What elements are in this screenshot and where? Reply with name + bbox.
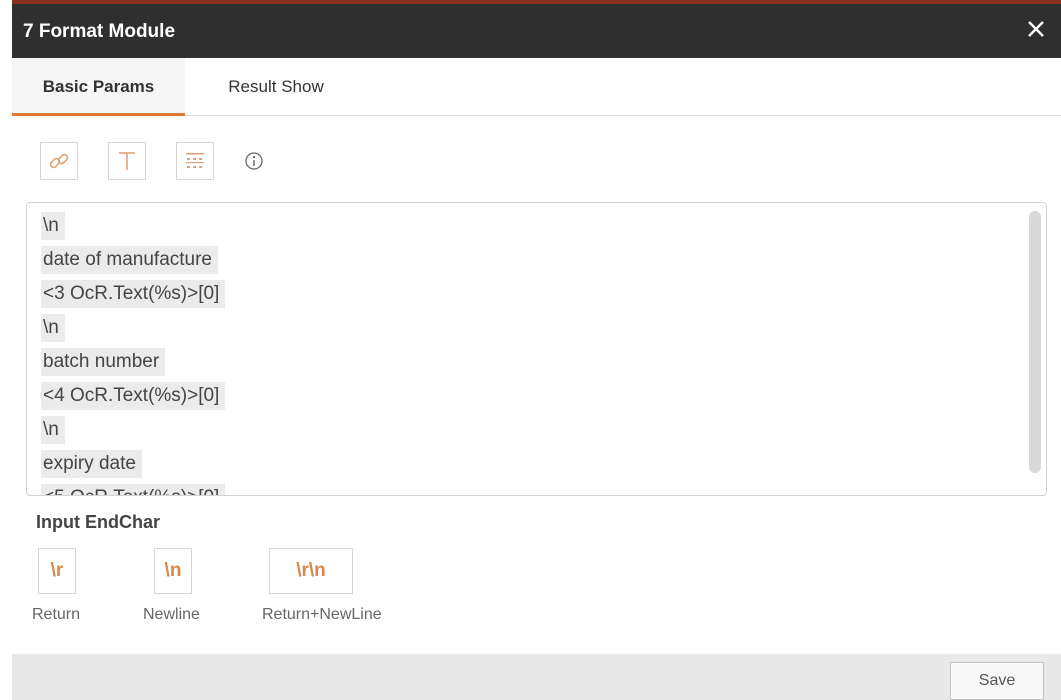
editor-line: <4 OcR.Text(%s)>[0] <box>41 380 226 414</box>
editor-line: <3 OcR.Text(%s)>[0] <box>41 278 226 312</box>
editor-line: \n <box>41 210 225 244</box>
editor-line: batch number <box>41 346 225 380</box>
editor-line: <5 OcR.Text(%s)>[0] <box>41 482 226 495</box>
return-newline-label: Return+NewLine <box>262 606 382 623</box>
close-icon[interactable] <box>1023 16 1049 42</box>
editor-line: date of manufacture <box>41 244 225 278</box>
editor-token[interactable]: \n <box>41 212 65 240</box>
title-bar: 7 Format Module <box>12 0 1061 58</box>
dialog-footer: Save <box>12 654 1061 700</box>
editor-token[interactable]: expiry date <box>41 450 142 478</box>
editor-scrollbar[interactable] <box>1029 211 1041 473</box>
editor-token[interactable]: \n <box>41 416 65 444</box>
newline-endchar-button[interactable]: \n <box>154 548 192 594</box>
editor-line: expiry date <box>41 448 225 482</box>
tab-basic-params[interactable]: Basic Params <box>12 58 185 116</box>
link-icon[interactable] <box>40 142 78 180</box>
editor-line: \n <box>41 312 225 346</box>
editor-line: \n <box>41 414 225 448</box>
editor-token[interactable]: \n <box>41 314 65 342</box>
endchar-heading: Input EndChar <box>36 512 160 532</box>
return-newline-endchar-button[interactable]: \r\n <box>269 548 353 594</box>
window-title: 7 Format Module <box>23 21 176 42</box>
return-label: Return <box>32 606 81 623</box>
editor-token[interactable]: date of manufacture <box>41 246 218 274</box>
save-button[interactable]: Save <box>950 662 1044 700</box>
format-grid-icon[interactable] <box>176 142 214 180</box>
editor-token[interactable]: <5 OcR.Text(%s)>[0] <box>41 484 226 495</box>
editor-token[interactable]: <3 OcR.Text(%s)>[0] <box>41 280 226 308</box>
editor-lines: \n date of manufacture <3 OcR.Text(%s)>[… <box>41 210 226 495</box>
editor-token[interactable]: batch number <box>41 348 166 376</box>
format-editor[interactable]: \n date of manufacture <3 OcR.Text(%s)>[… <box>26 202 1047 496</box>
format-module-dialog: Basic Params Result Show \n date of manu… <box>12 58 1061 700</box>
text-icon[interactable] <box>108 142 146 180</box>
tab-bar: Basic Params Result Show <box>12 58 1061 116</box>
info-icon[interactable] <box>244 151 264 171</box>
tab-result-show[interactable]: Result Show <box>202 58 350 116</box>
return-endchar-button[interactable]: \r <box>38 548 76 594</box>
editor-token[interactable]: <4 OcR.Text(%s)>[0] <box>41 382 226 410</box>
newline-label: Newline <box>143 606 200 623</box>
